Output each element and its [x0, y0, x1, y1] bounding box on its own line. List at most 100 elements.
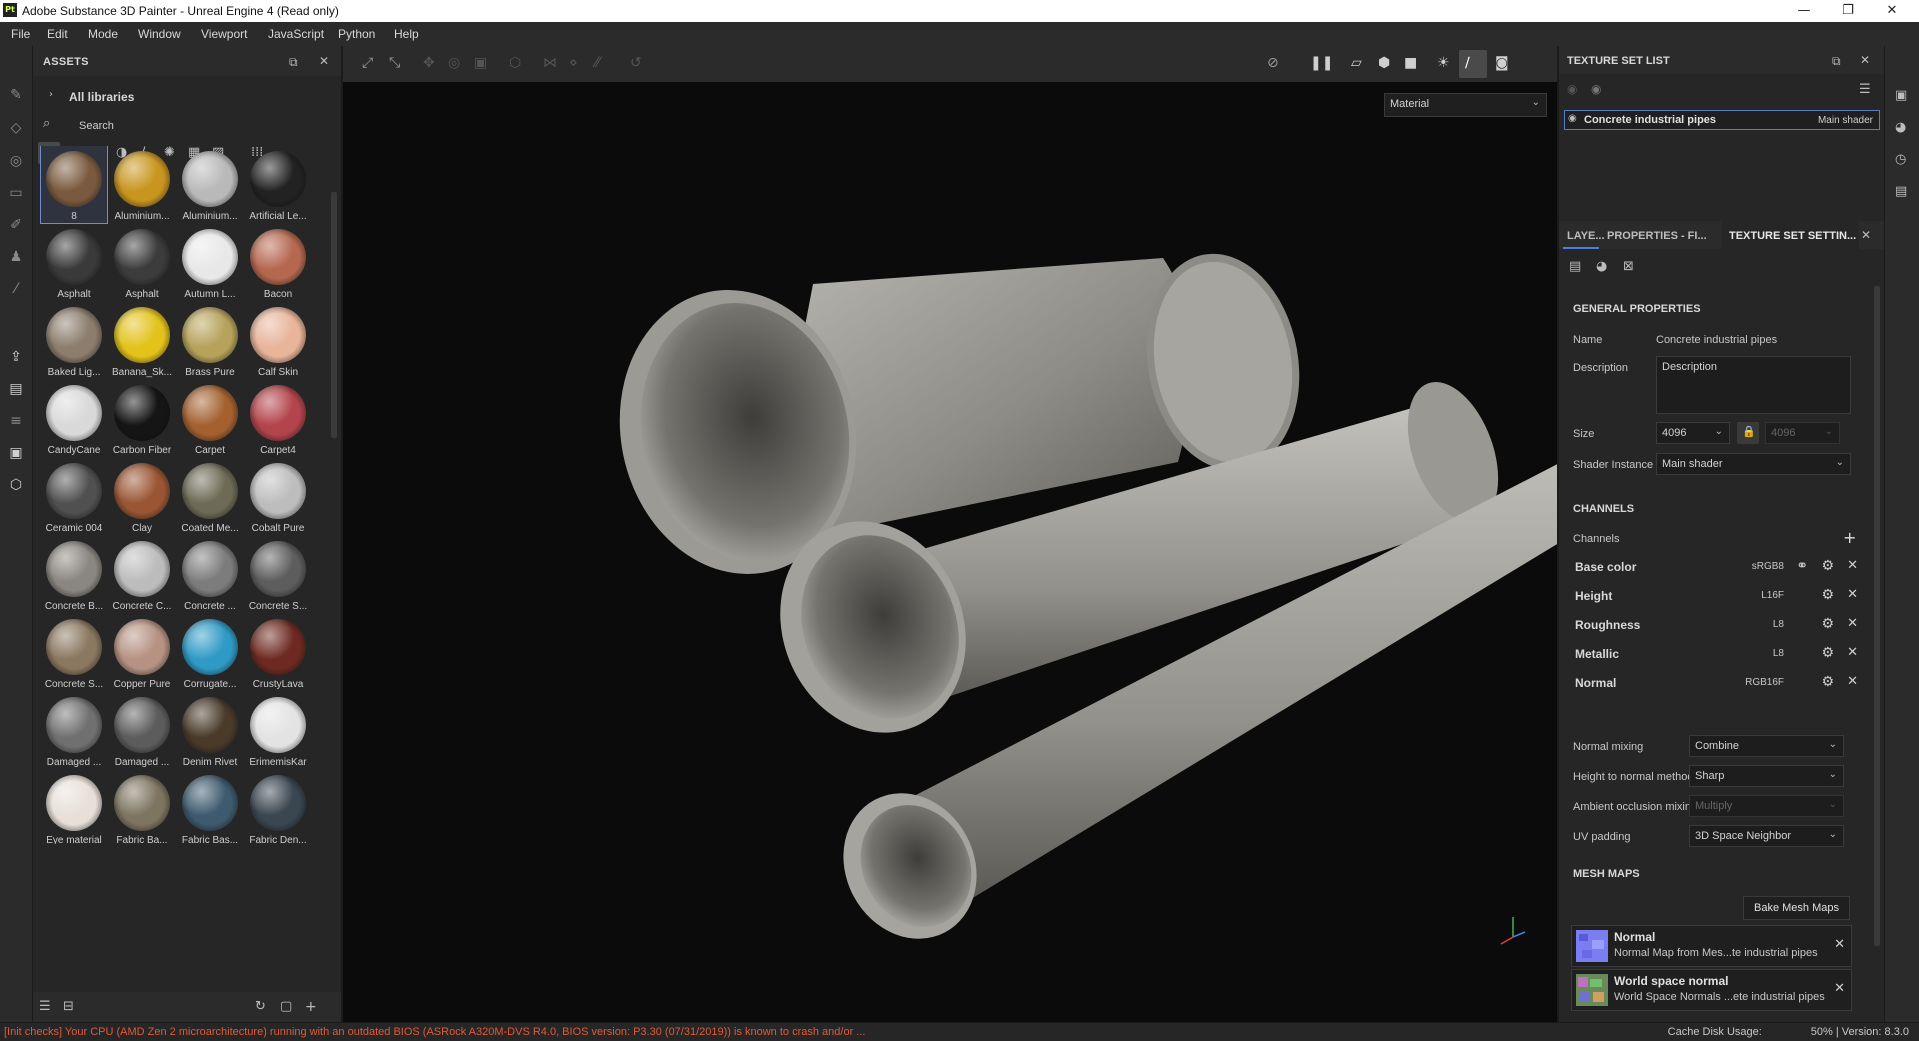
display-mode-icon[interactable]: ▱	[1351, 55, 1362, 71]
height-to-normal-select[interactable]: Sharp ⌄	[1689, 765, 1844, 787]
asset-item[interactable]: Calf Skin	[245, 302, 311, 379]
view-cube-icon[interactable]: ⬢	[1378, 55, 1390, 71]
tab-layers[interactable]: LAYE...	[1567, 230, 1605, 242]
eye-icon[interactable]: ◉	[1591, 82, 1601, 96]
asset-item[interactable]: Damaged ...	[109, 692, 175, 769]
asset-item[interactable]: Banana_Sk...	[109, 302, 175, 379]
projection-icon[interactable]: ◎	[7, 152, 25, 170]
tab-texture-set-settings[interactable]: TEXTURE SET SETTIN...	[1729, 230, 1856, 242]
eye-icon[interactable]: ◉	[1568, 113, 1577, 124]
size-select[interactable]: 4096 ⌄	[1656, 422, 1730, 444]
asset-item[interactable]: 8	[40, 146, 108, 224]
channel-row[interactable]: Normal RGB16F ⚙ ✕	[1571, 669, 1862, 697]
asset-item[interactable]: CandyCane	[41, 380, 107, 457]
color-picker-icon[interactable]: ⁄	[7, 280, 25, 298]
asset-item[interactable]: Denim Rivet	[177, 692, 243, 769]
texture-set-menu-icon[interactable]: ☰	[1859, 82, 1871, 97]
close-window-button[interactable]: ✕	[1870, 0, 1914, 22]
asset-item[interactable]: Carpet4	[245, 380, 311, 457]
asset-item[interactable]: CrustyLava	[245, 614, 311, 691]
close-tab-icon[interactable]: ✕	[1861, 228, 1871, 242]
gear-icon[interactable]: ⚙	[1821, 645, 1834, 661]
asset-item[interactable]: Clay	[109, 458, 175, 535]
menu-window[interactable]: Window	[138, 27, 181, 41]
asset-item[interactable]: Bacon	[245, 224, 311, 301]
remove-channel-icon[interactable]: ✕	[1847, 558, 1858, 573]
asset-item[interactable]: Copper Pure	[109, 614, 175, 691]
viewport[interactable]: ⤢ ⤡ ✥ ◎ ▣ ⬡ ⋈ ⋄ ⁄⁄ ↺ ⊘ ❚❚ ▱ ⬢ ■ ☀ ∕ ◙ Ma…	[343, 46, 1557, 1022]
paint-mode-button[interactable]	[1459, 50, 1487, 78]
close-panel-icon[interactable]: ✕	[1860, 53, 1870, 67]
menu-javascript[interactable]: JavaScript	[268, 27, 324, 41]
remove-channel-icon[interactable]: ✕	[1847, 587, 1858, 602]
shader-instance-select[interactable]: Main shader ⌄	[1656, 453, 1851, 475]
remove-channel-icon[interactable]: ✕	[1847, 674, 1858, 689]
description-field[interactable]: Description	[1656, 356, 1851, 414]
minimize-button[interactable]: —	[1782, 0, 1826, 22]
refresh-icon[interactable]: ↻	[255, 999, 266, 1014]
asset-item[interactable]: Concrete S...	[41, 614, 107, 691]
asset-item[interactable]: Fabric Bas...	[177, 770, 243, 844]
log-icon[interactable]: ▤	[1895, 184, 1907, 199]
bake-mesh-maps-button[interactable]: Bake Mesh Maps	[1743, 896, 1850, 920]
gear-icon[interactable]: ⚙	[1821, 616, 1834, 632]
float-panel-icon[interactable]: ⧉	[289, 55, 298, 70]
asset-item[interactable]: Damaged ...	[41, 692, 107, 769]
uv-padding-select[interactable]: 3D Space Neighbor ⌄	[1689, 825, 1844, 847]
history-icon[interactable]: ◷	[1895, 152, 1906, 167]
layer-stack-icon[interactable]: ≡	[7, 412, 25, 430]
camera-icon[interactable]: ■	[1404, 55, 1417, 71]
asset-item[interactable]: Concrete ...	[177, 536, 243, 613]
channel-row[interactable]: Metallic L8 ⚙ ✕	[1571, 640, 1862, 668]
mesh-map-world-space-normal[interactable]: World space normal World Space Normals .…	[1571, 969, 1852, 1011]
asset-item[interactable]: Coated Me...	[177, 458, 243, 535]
asset-item[interactable]: Concrete B...	[41, 536, 107, 613]
add-channel-button[interactable]: +	[1843, 528, 1856, 547]
color-profile-icon[interactable]: ⚭	[1796, 558, 1808, 574]
transform-icon[interactable]: ⤢	[362, 55, 373, 71]
tab-properties[interactable]: PROPERTIES - FI...	[1607, 230, 1707, 242]
texture-set-list-icon[interactable]: ▣	[1895, 88, 1907, 103]
breadcrumb-all-libraries[interactable]: All libraries	[69, 90, 134, 104]
smudge-icon[interactable]: ✐	[7, 216, 25, 234]
remove-channel-icon[interactable]: ✕	[1847, 616, 1858, 631]
gear-icon[interactable]: ⚙	[1821, 587, 1834, 603]
gear-icon[interactable]: ⚙	[1821, 674, 1834, 690]
remove-channel-icon[interactable]: ✕	[1847, 645, 1858, 660]
float-panel-icon[interactable]: ⧉	[1832, 54, 1841, 69]
channel-row[interactable]: Height L16F ⚙ ✕	[1571, 582, 1862, 610]
pause-icon[interactable]: ❚❚	[1310, 55, 1333, 71]
shelf-icon[interactable]: ▤	[7, 380, 25, 398]
import-icon[interactable]: ⊟	[63, 999, 74, 1014]
texture-set-settings-icon[interactable]: ▤	[1569, 259, 1581, 274]
asset-item[interactable]: Eye material	[41, 770, 107, 844]
display-settings-icon[interactable]: ◕	[1895, 120, 1906, 135]
channel-format[interactable]: L8	[1773, 619, 1784, 630]
asset-item[interactable]: Carpet	[177, 380, 243, 457]
menu-viewport[interactable]: Viewport	[201, 27, 247, 41]
remove-icon[interactable]: ✕	[1834, 937, 1845, 952]
display-settings-icon[interactable]: ▣	[7, 444, 25, 462]
uv-icon[interactable]: ⊠	[1623, 259, 1634, 274]
asset-item[interactable]: Asphalt	[41, 224, 107, 301]
chevron-right-icon[interactable]: ›	[49, 89, 53, 100]
channel-format[interactable]: L16F	[1761, 590, 1784, 601]
normal-mixing-select[interactable]: Combine ⌄	[1689, 735, 1844, 757]
remove-icon[interactable]: ✕	[1834, 981, 1845, 996]
clone-stamp-icon[interactable]: ♟	[7, 248, 25, 266]
asset-item[interactable]: ErimemisKar	[245, 692, 311, 769]
environment-light-icon[interactable]: ☀	[1437, 55, 1450, 71]
menu-mode[interactable]: Mode	[88, 27, 118, 41]
asset-item[interactable]: Concrete S...	[245, 536, 311, 613]
menu-edit[interactable]: Edit	[47, 27, 68, 41]
channel-row[interactable]: Base color sRGB8 ⚭ ⚙ ✕	[1571, 553, 1862, 581]
export-icon[interactable]: ⇪	[7, 348, 25, 366]
asset-item[interactable]: Ceramic 004	[41, 458, 107, 535]
asset-item[interactable]: Cobalt Pure	[245, 458, 311, 535]
asset-item[interactable]: Fabric Ba...	[109, 770, 175, 844]
asset-item[interactable]: Artificial Le...	[245, 146, 311, 223]
hide-icon[interactable]: ⊘	[1267, 55, 1279, 71]
visibility-all-icon[interactable]: ◉	[1567, 82, 1577, 96]
asset-item[interactable]: Corrugate...	[177, 614, 243, 691]
assets-scrollbar[interactable]	[331, 192, 337, 438]
